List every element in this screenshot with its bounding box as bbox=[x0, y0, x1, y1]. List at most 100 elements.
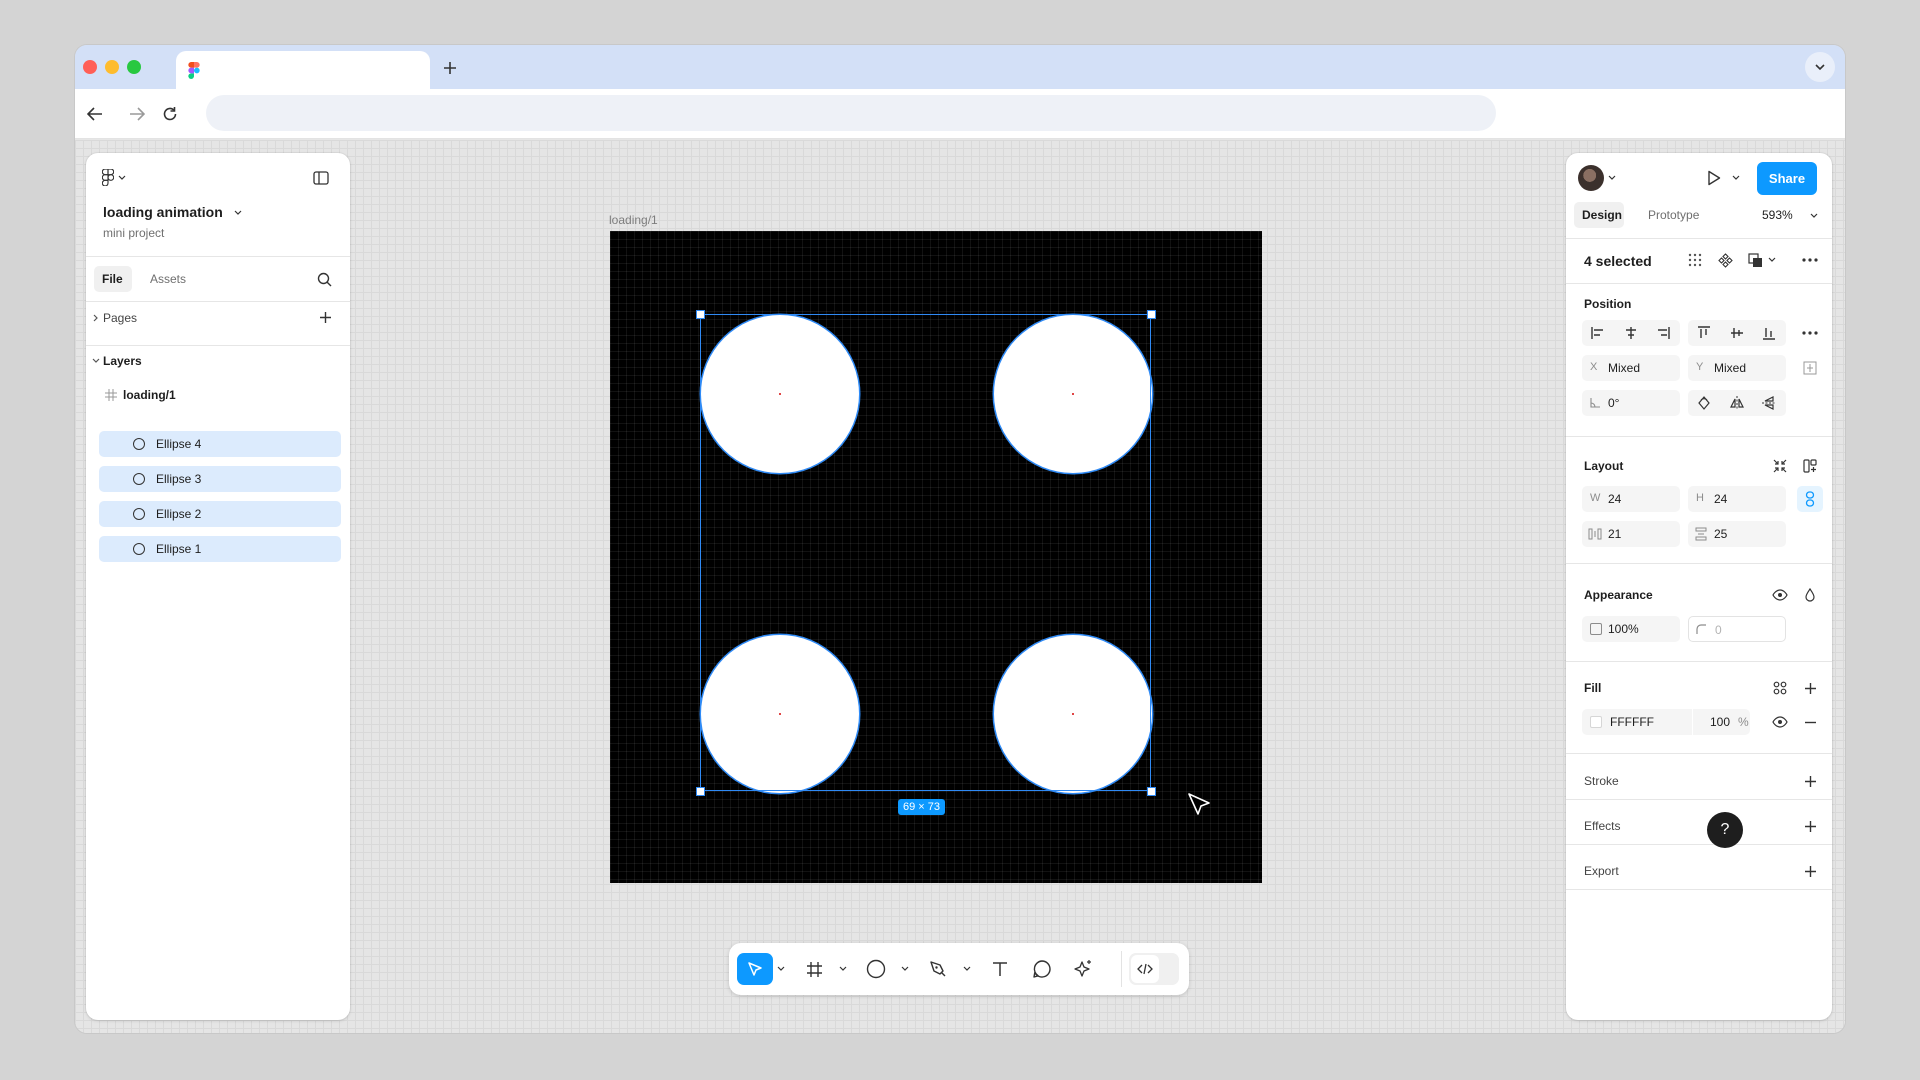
frame-hash-icon bbox=[105, 389, 117, 401]
chevron-right-icon[interactable] bbox=[93, 314, 99, 322]
width-input[interactable]: W 24 bbox=[1582, 486, 1680, 512]
boolean-chevron-down-icon[interactable] bbox=[1768, 257, 1776, 263]
fill-opacity-value[interactable]: 100 bbox=[1710, 715, 1730, 729]
main-menu-button[interactable] bbox=[102, 169, 126, 186]
corner-radius-input[interactable]: 0 bbox=[1688, 616, 1786, 642]
user-avatar[interactable] bbox=[1578, 165, 1604, 191]
grid-layout-icon[interactable] bbox=[1682, 247, 1708, 273]
fill-color-input[interactable]: FFFFFF 100 % bbox=[1582, 709, 1750, 735]
resize-handle[interactable] bbox=[696, 787, 705, 796]
figma-canvas[interactable]: loading animation mini project File Asse… bbox=[75, 140, 1845, 1033]
new-tab-icon[interactable] bbox=[437, 55, 463, 81]
collapse-arrows-icon[interactable] bbox=[1767, 453, 1793, 479]
comment-tool-icon[interactable] bbox=[1027, 953, 1057, 985]
add-stroke-plus-icon[interactable] bbox=[1797, 768, 1823, 794]
pen-tool-chevron-down-icon[interactable] bbox=[961, 953, 973, 985]
share-button[interactable]: Share bbox=[1757, 162, 1817, 195]
more-options-icon[interactable] bbox=[1797, 247, 1823, 273]
move-tool-chevron-down-icon[interactable] bbox=[775, 953, 787, 985]
layer-row-ellipse-3[interactable]: Ellipse 3 bbox=[99, 466, 341, 492]
align-bottom-icon[interactable] bbox=[1756, 320, 1782, 346]
layer-row-ellipse-1[interactable]: Ellipse 1 bbox=[99, 536, 341, 562]
opacity-input[interactable]: 100% bbox=[1582, 616, 1680, 642]
height-input[interactable]: H 24 bbox=[1688, 486, 1786, 512]
vertical-gap-input[interactable]: 25 bbox=[1688, 521, 1786, 547]
frame-tool-hash-icon[interactable] bbox=[799, 953, 829, 985]
frame-title[interactable]: loading/1 bbox=[609, 213, 658, 227]
pages-label[interactable]: Pages bbox=[103, 311, 137, 325]
more-align-options-icon[interactable] bbox=[1797, 320, 1823, 346]
create-component-icon[interactable] bbox=[1712, 247, 1738, 273]
horizontal-gap-input[interactable]: 21 bbox=[1582, 521, 1680, 547]
selection-size-badge: 69 × 73 bbox=[898, 799, 946, 815]
address-bar[interactable] bbox=[206, 95, 1496, 131]
avatar-chevron-down-icon[interactable] bbox=[1608, 175, 1616, 181]
rotate-90-icon[interactable] bbox=[1691, 390, 1717, 416]
y-position-input[interactable]: Y Mixed bbox=[1688, 355, 1786, 381]
add-export-plus-icon[interactable] bbox=[1797, 858, 1823, 884]
minimize-window-dot[interactable] bbox=[105, 60, 119, 74]
forward-icon[interactable] bbox=[125, 102, 149, 126]
resize-handle[interactable] bbox=[1147, 787, 1156, 796]
resize-handle[interactable] bbox=[1147, 310, 1156, 319]
tab-design[interactable]: Design bbox=[1574, 202, 1624, 228]
toggle-sidebar-icon[interactable] bbox=[308, 165, 334, 191]
file-name[interactable]: loading animation bbox=[103, 204, 223, 220]
visibility-eye-icon[interactable] bbox=[1767, 582, 1793, 608]
maximize-window-dot[interactable] bbox=[127, 60, 141, 74]
text-tool-icon[interactable] bbox=[985, 953, 1015, 985]
move-tool-cursor-icon[interactable] bbox=[737, 953, 773, 985]
zoom-chevron-down-icon[interactable] bbox=[1810, 213, 1818, 219]
fill-visibility-eye-icon[interactable] bbox=[1767, 709, 1793, 735]
zoom-level[interactable]: 593% bbox=[1762, 208, 1793, 222]
reload-icon[interactable] bbox=[158, 102, 182, 126]
frame-tool-chevron-down-icon[interactable] bbox=[837, 953, 849, 985]
resize-handle[interactable] bbox=[696, 310, 705, 319]
constraints-icon[interactable] bbox=[1797, 355, 1823, 381]
align-top-icon[interactable] bbox=[1691, 320, 1717, 346]
browser-tab[interactable] bbox=[176, 51, 430, 89]
frame-loading-1[interactable]: 69 × 73 bbox=[610, 231, 1262, 883]
boolean-group-icon[interactable] bbox=[1742, 247, 1768, 273]
present-play-icon[interactable] bbox=[1701, 165, 1727, 191]
chevron-down-icon[interactable] bbox=[92, 358, 100, 364]
auto-layout-icon[interactable] bbox=[1797, 453, 1823, 479]
close-window-dot[interactable] bbox=[83, 60, 97, 74]
layer-row-ellipse-4[interactable]: Ellipse 4 bbox=[99, 431, 341, 457]
align-right-icon[interactable] bbox=[1650, 320, 1676, 346]
y-value: Mixed bbox=[1714, 361, 1747, 375]
present-chevron-down-icon[interactable] bbox=[1732, 175, 1740, 181]
align-horizontal-center-icon[interactable] bbox=[1618, 320, 1644, 346]
tab-menu-chevron-down-icon[interactable] bbox=[1805, 52, 1835, 82]
align-left-icon[interactable] bbox=[1585, 320, 1611, 346]
align-vertical-center-icon[interactable] bbox=[1724, 320, 1750, 346]
shape-tool-chevron-down-icon[interactable] bbox=[899, 953, 911, 985]
help-button[interactable]: ? bbox=[1707, 812, 1743, 848]
tab-prototype[interactable]: Prototype bbox=[1648, 208, 1699, 222]
pen-tool-icon[interactable] bbox=[923, 953, 953, 985]
file-name-chevron-icon[interactable] bbox=[234, 210, 242, 216]
tab-assets[interactable]: Assets bbox=[150, 272, 186, 286]
search-icon[interactable] bbox=[311, 266, 337, 292]
dev-mode-code-icon[interactable] bbox=[1129, 953, 1179, 985]
layer-label: Ellipse 3 bbox=[156, 472, 202, 486]
fill-color-swatch[interactable] bbox=[1590, 716, 1602, 728]
add-effect-plus-icon[interactable] bbox=[1797, 813, 1823, 839]
add-fill-plus-icon[interactable] bbox=[1797, 675, 1823, 701]
flip-horizontal-icon[interactable] bbox=[1724, 390, 1750, 416]
flip-vertical-icon[interactable] bbox=[1756, 390, 1782, 416]
remove-fill-minus-icon[interactable] bbox=[1797, 709, 1823, 735]
layer-row-ellipse-2[interactable]: Ellipse 2 bbox=[99, 501, 341, 527]
tab-file[interactable]: File bbox=[94, 266, 132, 292]
ellipse-tool-icon[interactable] bbox=[861, 953, 891, 985]
ai-actions-sparkle-icon[interactable] bbox=[1069, 953, 1099, 985]
add-page-plus-icon[interactable] bbox=[312, 304, 338, 330]
blend-mode-drop-icon[interactable] bbox=[1797, 582, 1823, 608]
back-icon[interactable] bbox=[83, 102, 107, 126]
project-name[interactable]: mini project bbox=[103, 226, 164, 240]
rotation-input[interactable]: 0° bbox=[1582, 390, 1680, 416]
styles-grid-icon[interactable] bbox=[1767, 675, 1793, 701]
x-position-input[interactable]: X Mixed bbox=[1582, 355, 1680, 381]
frame-layer[interactable]: loading/1 bbox=[100, 382, 342, 408]
constrain-proportions-icon[interactable] bbox=[1797, 486, 1823, 512]
